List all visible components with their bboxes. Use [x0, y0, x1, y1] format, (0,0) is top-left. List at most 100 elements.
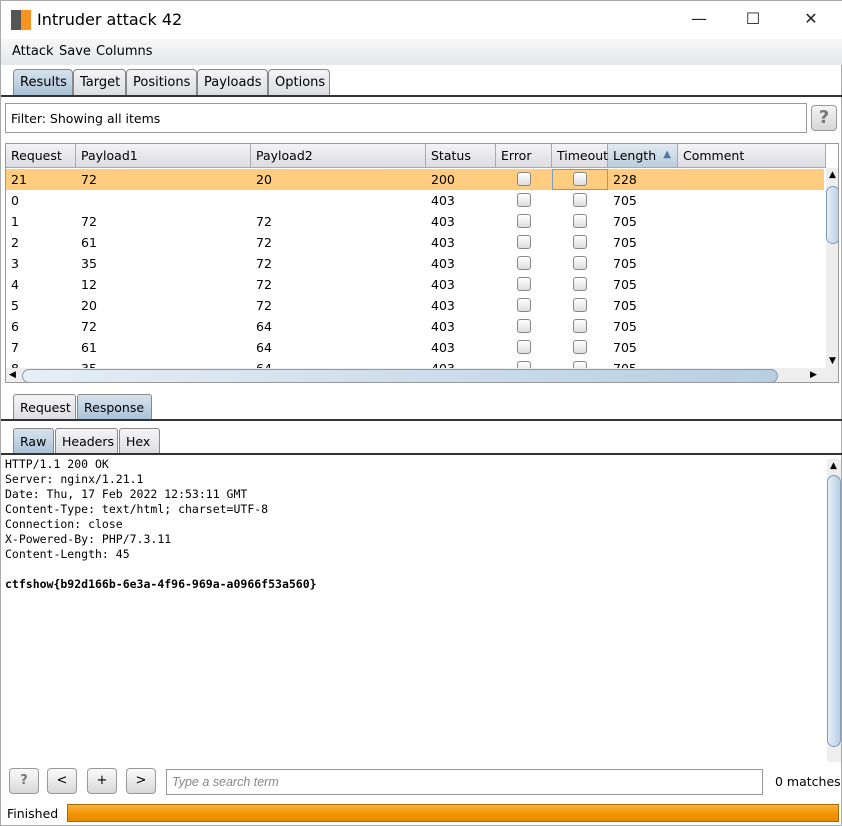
- tab-positions[interactable]: Positions: [126, 69, 197, 95]
- scroll-up-icon[interactable]: ▲: [829, 170, 836, 180]
- cell-length: 705: [613, 277, 637, 292]
- cell-payload2: 72: [256, 235, 272, 250]
- table-row[interactable]: 21 72 20 200 228: [6, 169, 824, 190]
- cell-request: 3: [11, 256, 19, 271]
- tab-response[interactable]: Response: [77, 394, 152, 420]
- response-viewer[interactable]: HTTP/1.1 200 OK Server: nginx/1.21.1 Date:…: [1, 457, 827, 762]
- cell-length: 705: [613, 319, 637, 334]
- tab-options[interactable]: Options: [268, 69, 330, 95]
- tab-raw[interactable]: Raw: [13, 428, 54, 454]
- table-row[interactable]: 3 35 72 403 705: [6, 253, 824, 274]
- add-button[interactable]: +: [87, 768, 117, 794]
- scroll-right-icon[interactable]: ▶: [810, 370, 817, 380]
- tab-results[interactable]: Results: [13, 69, 73, 95]
- cell-payload1: 72: [81, 319, 97, 334]
- cell-request: 4: [11, 277, 19, 292]
- next-match-button[interactable]: >: [126, 768, 156, 794]
- menu-attack[interactable]: Attack: [12, 44, 54, 59]
- table-row[interactable]: 6 72 64 403 705: [6, 316, 824, 337]
- timeout-checkbox[interactable]: [573, 214, 587, 228]
- column-header-request[interactable]: Request: [6, 144, 76, 168]
- cell-payload1: 72: [81, 214, 97, 229]
- error-checkbox[interactable]: [517, 298, 531, 312]
- scrollbar-thumb[interactable]: [827, 475, 841, 747]
- search-help-button[interactable]: ?: [9, 768, 39, 794]
- error-checkbox[interactable]: [517, 193, 531, 207]
- close-button[interactable]: ✕: [791, 9, 831, 31]
- cell-payload1: 35: [81, 256, 97, 271]
- column-header-error[interactable]: Error: [496, 144, 552, 168]
- tab-request[interactable]: Request: [13, 394, 76, 420]
- cell-status: 403: [431, 298, 455, 313]
- help-button[interactable]: ?: [811, 105, 837, 131]
- scrollbar-thumb[interactable]: [826, 186, 838, 244]
- tab-headers[interactable]: Headers: [55, 428, 118, 454]
- scroll-down-icon[interactable]: ▼: [829, 356, 836, 366]
- menu-save[interactable]: Save: [59, 44, 91, 59]
- tab-target[interactable]: Target: [73, 69, 126, 95]
- tab-payloads[interactable]: Payloads: [197, 69, 268, 95]
- filter-bar[interactable]: Filter: Showing all items: [5, 103, 807, 133]
- table-row[interactable]: 7 61 64 403 705: [6, 337, 824, 358]
- vertical-scrollbar[interactable]: ▲ ▼: [826, 168, 838, 368]
- tab-hex[interactable]: Hex: [119, 428, 160, 454]
- timeout-checkbox[interactable]: [573, 277, 587, 291]
- cell-status: 403: [431, 214, 455, 229]
- scroll-up-icon[interactable]: ▲: [830, 461, 837, 471]
- burp-logo-icon: [11, 10, 31, 30]
- table-row[interactable]: 0 403 705: [6, 190, 824, 211]
- cell-request: 6: [11, 319, 19, 334]
- cell-length: 705: [613, 193, 637, 208]
- table-row[interactable]: 5 20 72 403 705: [6, 295, 824, 316]
- error-checkbox[interactable]: [517, 277, 531, 291]
- progress-bar: [67, 804, 839, 822]
- cell-payload1: 72: [81, 172, 97, 187]
- cell-payload2: 20: [256, 172, 272, 187]
- column-label: Request: [11, 148, 62, 163]
- column-label: Payload2: [256, 148, 313, 163]
- response-scrollbar[interactable]: ▲: [827, 459, 841, 762]
- response-header-line: Date: Thu, 17 Feb 2022 12:53:11 GMT: [5, 487, 248, 501]
- column-header-status[interactable]: Status: [426, 144, 496, 168]
- error-checkbox[interactable]: [517, 172, 531, 186]
- cell-length: 705: [613, 214, 637, 229]
- horizontal-scrollbar[interactable]: ◀ ▶: [6, 368, 838, 382]
- timeout-checkbox[interactable]: [573, 235, 587, 249]
- search-input[interactable]: Type a search term: [166, 769, 763, 795]
- column-header-timeout[interactable]: Timeout: [552, 144, 608, 168]
- timeout-checkbox[interactable]: [573, 256, 587, 270]
- error-checkbox[interactable]: [517, 256, 531, 270]
- timeout-checkbox[interactable]: [573, 319, 587, 333]
- response-header-line: Server: nginx/1.21.1: [5, 472, 144, 486]
- timeout-checkbox[interactable]: [573, 340, 587, 354]
- table-row[interactable]: 2 61 72 403 705: [6, 232, 824, 253]
- timeout-checkbox[interactable]: [573, 298, 587, 312]
- scrollbar-thumb[interactable]: [22, 369, 778, 382]
- error-checkbox[interactable]: [517, 319, 531, 333]
- column-header-payload2[interactable]: Payload2: [251, 144, 426, 168]
- column-label: Error: [501, 148, 532, 163]
- error-checkbox[interactable]: [517, 214, 531, 228]
- timeout-checkbox[interactable]: [573, 193, 587, 207]
- previous-match-button[interactable]: <: [47, 768, 77, 794]
- maximize-button[interactable]: ☐: [733, 9, 773, 31]
- table-row[interactable]: 4 12 72 403 705: [6, 274, 824, 295]
- cell-payload2: 64: [256, 340, 272, 355]
- column-header-comment[interactable]: Comment: [678, 144, 826, 168]
- response-body: ctfshow{b92d166b-6e3a-4f96-969a-a0966f53…: [5, 577, 317, 591]
- cell-payload2: 72: [256, 277, 272, 292]
- scroll-left-icon[interactable]: ◀: [9, 370, 16, 380]
- error-checkbox[interactable]: [517, 235, 531, 249]
- response-header-line: Connection: close: [5, 517, 123, 531]
- column-header-payload1[interactable]: Payload1: [76, 144, 251, 168]
- table-row[interactable]: 1 72 72 403 705: [6, 211, 824, 232]
- cell-payload1: 12: [81, 277, 97, 292]
- menu-columns[interactable]: Columns: [96, 44, 153, 59]
- cell-status: 403: [431, 256, 455, 271]
- cell-status: 403: [431, 193, 455, 208]
- status-text: Finished: [7, 806, 59, 821]
- column-header-length[interactable]: Length ▲: [608, 144, 678, 168]
- cell-payload1: 20: [81, 298, 97, 313]
- minimize-button[interactable]: —: [679, 9, 719, 31]
- error-checkbox[interactable]: [517, 340, 531, 354]
